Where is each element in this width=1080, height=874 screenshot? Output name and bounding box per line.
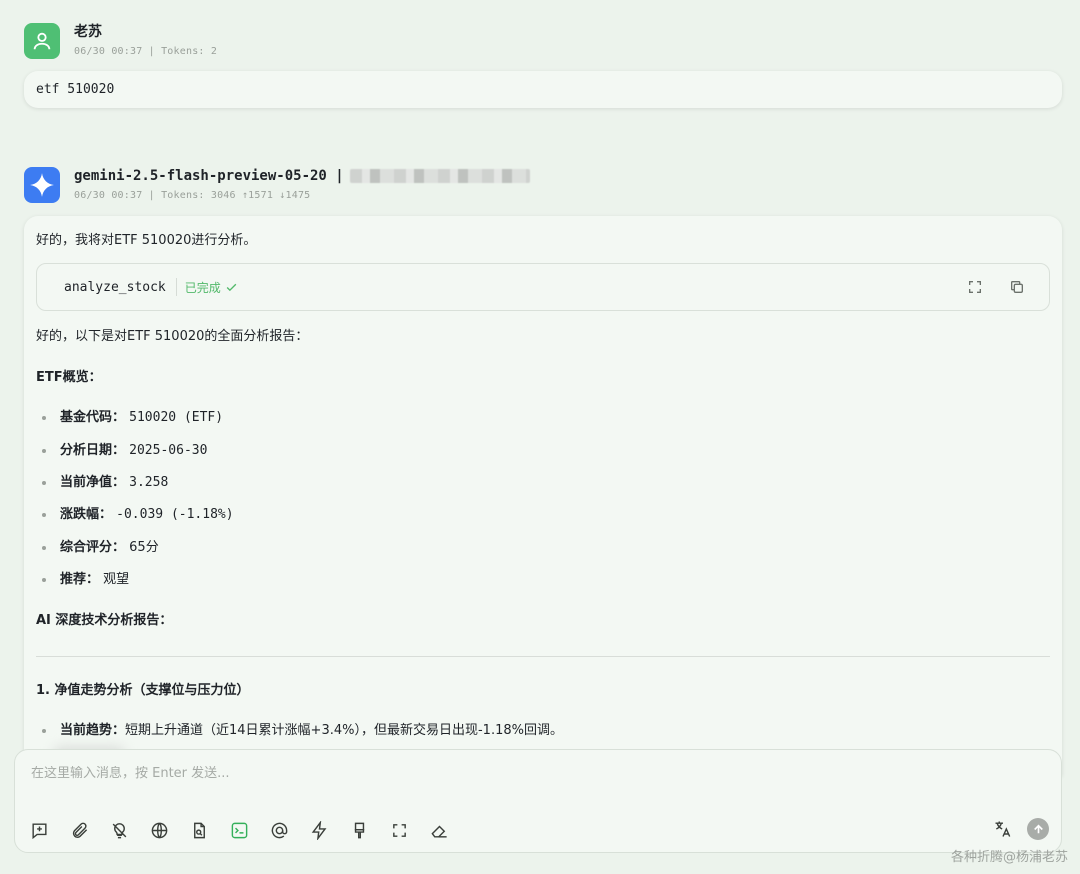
- globe-icon: [151, 822, 168, 839]
- list-bullet: [42, 481, 46, 485]
- gemini-sparkle-icon: [30, 173, 54, 197]
- add-message-icon: [32, 823, 47, 840]
- redacted-area: [349, 169, 530, 183]
- composer-toolbar: [29, 820, 450, 841]
- list-bullet: [42, 729, 46, 733]
- brush-icon: [354, 822, 365, 839]
- clear-context-button[interactable]: [349, 820, 370, 841]
- list-bullet: [42, 513, 46, 517]
- thinking-button[interactable]: [109, 820, 130, 841]
- list-bullet: [42, 546, 46, 550]
- list-bullet: [42, 449, 46, 453]
- knowledge-button[interactable]: [189, 820, 210, 841]
- user-avatar[interactable]: [24, 23, 60, 59]
- fullscreen-icon: [969, 281, 981, 293]
- user-icon: [33, 32, 51, 50]
- composer: [14, 749, 1062, 853]
- report-intro-text: 好的，以下是对ETF 510020的全面分析报告：: [36, 329, 309, 344]
- list-bullet: [42, 416, 46, 420]
- list-item: 综合评分： 65分: [60, 540, 159, 555]
- user-message-text: etf 510020: [36, 82, 115, 97]
- list-item: 当前净值： 3.258: [60, 475, 169, 490]
- list-item: 分析日期： 2025-06-30: [60, 443, 208, 458]
- bot-message-stats: 06/30 00:37 | Tokens: 3046 ↑1571 ↓1475: [74, 190, 311, 201]
- list-bullet: [42, 578, 46, 582]
- section-title: 1. 净值走势分析（支撑位与压力位）: [36, 683, 250, 698]
- lightbulb-off-icon: [112, 823, 127, 839]
- list-item: 当前趋势：短期上升通道（近14日累计涨幅+3.4%），但最新交易日出现-1.18…: [60, 723, 563, 738]
- user-message-stats: 06/30 00:37 | Tokens: 2: [74, 46, 218, 57]
- arrow-up-icon: [1033, 824, 1043, 833]
- bot-message-bubble: 好的，我将对ETF 510020进行分析。 analyze_stock 已完成 …: [24, 216, 1062, 776]
- message-input[interactable]: [31, 766, 931, 781]
- eraser-icon: [431, 825, 447, 838]
- list-item: 涨跌幅： -0.039 (-1.18%): [60, 507, 234, 522]
- translate-button[interactable]: [992, 819, 1013, 840]
- at-icon: [271, 822, 288, 839]
- check-icon: [226, 283, 237, 291]
- fullscreen-icon: [393, 824, 406, 837]
- copy-icon: [1011, 281, 1023, 293]
- quick-phrase-button[interactable]: [309, 820, 330, 841]
- tool-status: 已完成: [185, 279, 238, 296]
- user-message-header: 老苏 06/30 00:37 | Tokens: 2: [24, 23, 217, 59]
- new-topic-button[interactable]: [29, 820, 50, 841]
- paperclip-icon: [72, 822, 88, 838]
- tool-call-card[interactable]: analyze_stock 已完成: [36, 263, 1050, 311]
- mcp-tools-button[interactable]: [229, 820, 250, 841]
- attach-button[interactable]: [69, 820, 90, 841]
- tool-divider: [175, 278, 177, 296]
- bot-intro-text: 好的，我将对ETF 510020进行分析。: [36, 233, 257, 248]
- user-message-bubble: etf 510020: [24, 71, 1062, 108]
- expand-input-button[interactable]: [389, 820, 410, 841]
- web-search-button[interactable]: [149, 820, 170, 841]
- user-name: 老苏: [74, 24, 102, 40]
- send-button[interactable]: [1027, 818, 1049, 840]
- mention-button[interactable]: [269, 820, 290, 841]
- clear-button[interactable]: [429, 820, 450, 841]
- tool-name: analyze_stock: [64, 279, 166, 295]
- file-search-icon: [194, 822, 205, 839]
- divider: [36, 656, 1050, 657]
- list-item: 基金代码： 510020 (ETF): [60, 410, 224, 425]
- ai-report-title: AI 深度技术分析报告：: [36, 613, 173, 628]
- terminal-icon: [231, 822, 248, 839]
- bot-message-header: gemini-2.5-flash-preview-05-20 | 06/30 0…: [24, 167, 530, 203]
- translate-icon: [995, 821, 1010, 837]
- overview-title: ETF概览：: [36, 370, 102, 385]
- model-name: gemini-2.5-flash-preview-05-20 |: [74, 167, 530, 185]
- lightning-icon: [311, 821, 327, 840]
- bot-avatar[interactable]: [24, 167, 60, 203]
- list-item: 推荐： 观望: [60, 572, 130, 587]
- copy-button[interactable]: [1007, 277, 1027, 297]
- watermark: 各种折腾@杨浦老苏: [950, 850, 1068, 865]
- expand-button[interactable]: [965, 277, 985, 297]
